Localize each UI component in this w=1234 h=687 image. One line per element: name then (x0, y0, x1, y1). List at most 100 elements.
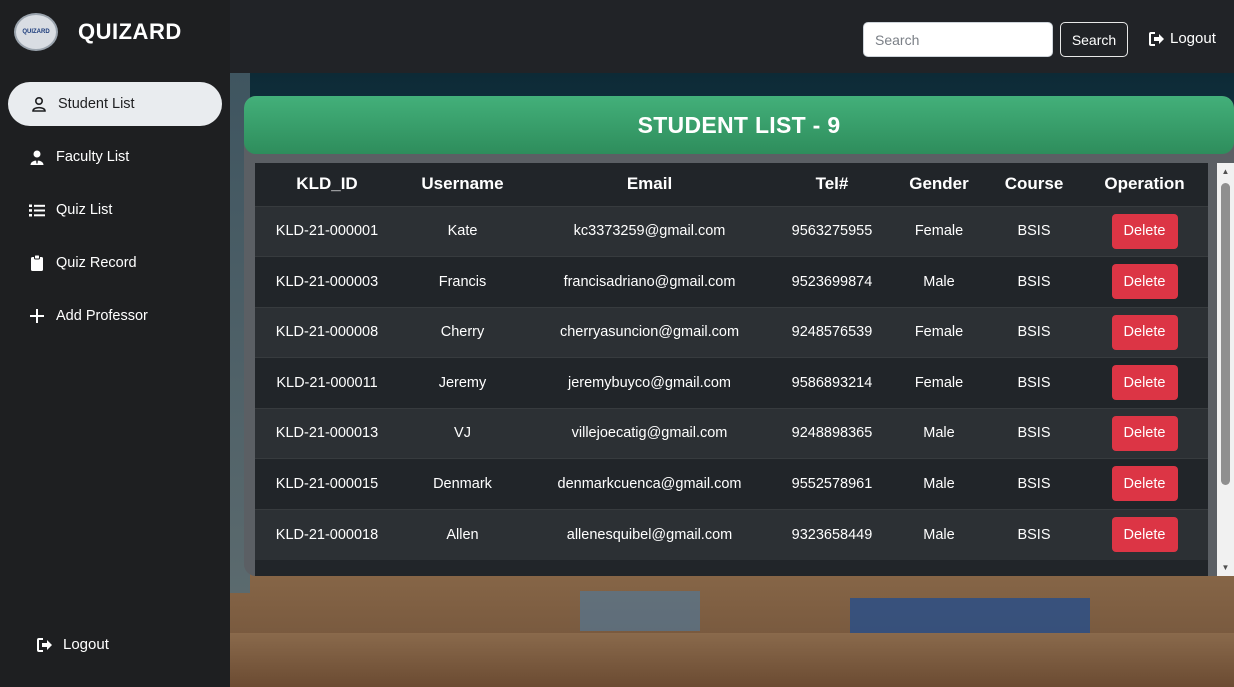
brand: QUIZARD QUIZARD (14, 13, 182, 51)
cell-username: Kate (399, 205, 526, 257)
cell-kld-id: KLD-21-000003 (255, 256, 399, 307)
scroll-up-arrow-icon[interactable]: ▲ (1217, 163, 1234, 180)
delete-button[interactable]: Delete (1111, 264, 1178, 300)
scrollbar-thumb[interactable] (1221, 183, 1230, 485)
card-header: STUDENT LIST - 9 (244, 96, 1234, 154)
cell-tel: 9563275955 (773, 205, 891, 257)
delete-button[interactable]: Delete (1111, 365, 1178, 401)
logout-icon (1149, 31, 1165, 46)
column-header-email: Email (526, 163, 773, 206)
table-row: KLD-21-000001 Kate kc3373259@gmail.com 9563… (255, 205, 1208, 257)
cell-course: BSIS (987, 407, 1081, 459)
cell-tel: 9586893214 (773, 357, 891, 408)
sidebar-item-quiz-list[interactable]: Quiz List (0, 188, 230, 232)
cell-operation: Delete (1081, 256, 1208, 307)
cell-operation: Delete (1081, 458, 1208, 509)
sidebar-item-faculty-list[interactable]: Faculty List (0, 135, 230, 179)
search-button[interactable]: Search (1060, 22, 1128, 57)
background-ground (230, 633, 1234, 687)
column-header-operation: Operation (1081, 163, 1208, 206)
cell-kld-id: KLD-21-000018 (255, 508, 399, 560)
cell-tel: 9523699874 (773, 256, 891, 307)
column-header-kld-id: KLD_ID (255, 163, 399, 206)
cell-gender: Female (891, 205, 987, 257)
cell-operation: Delete (1081, 407, 1208, 459)
sidebar-logout-button[interactable]: Logout (36, 636, 109, 653)
user-tie-icon (26, 150, 48, 165)
sidebar: QUIZARD QUIZARD Student List Faculty Lis… (0, 0, 230, 687)
delete-button[interactable]: Delete (1111, 466, 1178, 502)
cell-gender: Female (891, 357, 987, 408)
cell-username: Cherry (399, 306, 526, 358)
cell-operation: Delete (1081, 306, 1208, 358)
cell-email: jeremybuyco@gmail.com (526, 357, 773, 408)
cell-tel: 9248898365 (773, 407, 891, 459)
cell-course: BSIS (987, 306, 1081, 358)
cell-username: Denmark (399, 458, 526, 509)
cell-email: allenesquibel@gmail.com (526, 508, 773, 560)
cell-email: francisadriano@gmail.com (526, 256, 773, 307)
plus-icon (26, 309, 48, 323)
table-row: KLD-21-000011 Jeremy jeremybuyco@gmail.com… (255, 357, 1208, 408)
sidebar-item-label: Quiz List (56, 202, 113, 218)
cell-gender: Male (891, 508, 987, 560)
list-icon (26, 204, 48, 217)
column-header-gender: Gender (891, 163, 987, 206)
cell-course: BSIS (987, 357, 1081, 408)
app-logo-text: QUIZARD (22, 29, 50, 35)
sidebar-item-label: Add Professor (56, 308, 148, 324)
table-row: KLD-21-000013 VJ villejoecatig@gmail.com 92… (255, 407, 1208, 459)
table-row: KLD-21-000003 Francis francisadriano@gmail… (255, 256, 1208, 307)
search-input[interactable] (863, 22, 1053, 57)
column-header-course: Course (987, 163, 1081, 206)
app-name: QUIZARD (78, 19, 182, 44)
student-list-card: STUDENT LIST - 9 KLD_ID Username Email T… (244, 96, 1234, 576)
user-icon (28, 96, 50, 112)
table-row: KLD-21-000008 Cherry cherryasuncion@gmail.… (255, 306, 1208, 358)
sidebar-item-add-professor[interactable]: Add Professor (0, 294, 230, 338)
delete-button[interactable]: Delete (1111, 415, 1178, 451)
delete-button[interactable]: Delete (1111, 213, 1178, 249)
sidebar-item-label: Faculty List (56, 149, 130, 165)
cell-course: BSIS (987, 256, 1081, 307)
table-row: KLD-21-000015 Denmark denmarkcuenca@gmail.… (255, 458, 1208, 509)
cell-email: cherryasuncion@gmail.com (526, 306, 773, 358)
student-table: KLD_ID Username Email Tel# Gender Course… (255, 163, 1208, 560)
cell-gender: Male (891, 407, 987, 459)
sidebar-item-quiz-record[interactable]: Quiz Record (0, 241, 230, 285)
cell-username: VJ (399, 407, 526, 459)
column-header-username: Username (399, 163, 526, 206)
background-fence (580, 591, 700, 631)
cell-tel: 9248576539 (773, 306, 891, 358)
cell-course: BSIS (987, 205, 1081, 257)
scroll-down-arrow-icon[interactable]: ▼ (1217, 559, 1234, 576)
cell-kld-id: KLD-21-000008 (255, 306, 399, 358)
table-body: KLD-21-000001 Kate kc3373259@gmail.com 9563… (255, 205, 1208, 560)
table-scrollbar[interactable]: ▲ ▼ (1217, 163, 1234, 576)
sidebar-logout-label: Logout (63, 636, 109, 653)
delete-button[interactable]: Delete (1111, 314, 1178, 350)
cell-operation: Delete (1081, 508, 1208, 560)
cell-username: Francis (399, 256, 526, 307)
page-title: STUDENT LIST - 9 (637, 111, 841, 138)
cell-gender: Male (891, 256, 987, 307)
cell-kld-id: KLD-21-000013 (255, 407, 399, 459)
cell-gender: Female (891, 306, 987, 358)
delete-button[interactable]: Delete (1111, 517, 1178, 552)
cell-tel: 9323658449 (773, 508, 891, 560)
table-container: KLD_ID Username Email Tel# Gender Course… (255, 163, 1208, 576)
sidebar-item-label: Student List (58, 96, 135, 112)
cell-email: villejoecatig@gmail.com (526, 407, 773, 459)
cell-tel: 9552578961 (773, 458, 891, 509)
sidebar-item-label: Quiz Record (56, 255, 137, 271)
cell-course: BSIS (987, 508, 1081, 560)
sidebar-item-student-list[interactable]: Student List (8, 82, 222, 126)
app-logo: QUIZARD (14, 13, 58, 51)
cell-operation: Delete (1081, 205, 1208, 257)
cell-kld-id: KLD-21-000011 (255, 357, 399, 408)
clipboard-icon (26, 255, 48, 271)
topbar-logout-button[interactable]: Logout (1149, 30, 1216, 47)
topbar-logout-label: Logout (1170, 30, 1216, 47)
logout-icon (36, 637, 54, 652)
cell-course: BSIS (987, 458, 1081, 509)
